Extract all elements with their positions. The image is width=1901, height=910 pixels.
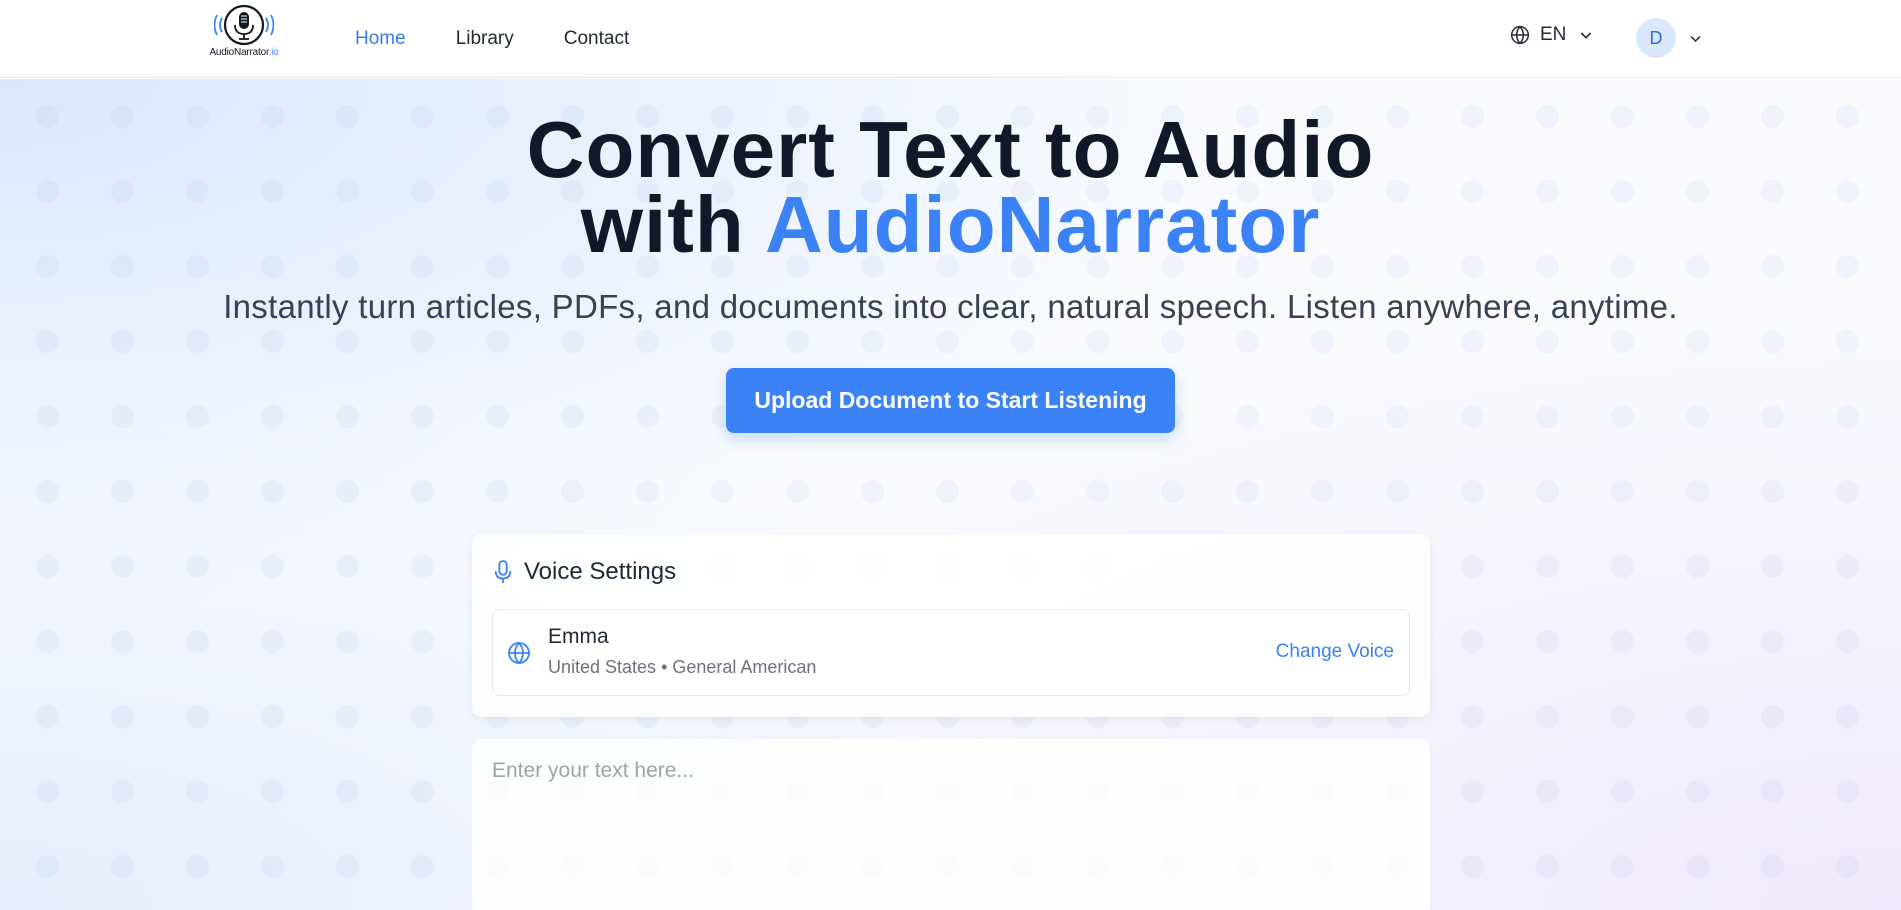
language-label: EN xyxy=(1540,24,1567,45)
nav-library[interactable]: Library xyxy=(456,26,514,52)
hero-title-prefix: with xyxy=(580,180,765,269)
voice-name: Emma xyxy=(548,625,609,648)
voice-settings-title: Voice Settings xyxy=(524,558,677,585)
logo-text: AudioNarrator.io xyxy=(209,47,279,58)
main-nav: Home Library Contact xyxy=(355,26,679,52)
chevron-down-icon xyxy=(1690,35,1701,42)
top-navbar: AudioNarrator.io Home Library Contact EN… xyxy=(0,0,1901,78)
globe-icon xyxy=(1510,25,1530,45)
user-menu[interactable]: D xyxy=(1636,18,1703,58)
change-voice-link[interactable]: Change Voice xyxy=(1276,641,1394,663)
voice-settings-header: Voice Settings xyxy=(492,558,676,586)
voice-meta: United States • General American xyxy=(548,657,817,677)
voice-settings-card: Voice Settings Emma United States • Gene… xyxy=(472,534,1430,717)
text-input[interactable] xyxy=(472,739,1430,910)
hero-title: Convert Text to Audio with AudioNarrator xyxy=(0,110,1901,265)
hero-subtitle: Instantly turn articles, PDFs, and docum… xyxy=(223,288,1678,325)
hero-title-brand: AudioNarrator xyxy=(764,180,1321,269)
app-logo[interactable]: AudioNarrator.io xyxy=(203,4,285,62)
microphone-icon xyxy=(494,560,512,583)
chevron-down-icon xyxy=(1581,32,1592,39)
nav-contact[interactable]: Contact xyxy=(564,26,629,52)
nav-home[interactable]: Home xyxy=(355,26,406,52)
selected-voice: Emma United States • General American Ch… xyxy=(492,609,1410,696)
language-selector[interactable]: EN xyxy=(1510,24,1594,46)
microphone-logo-icon xyxy=(214,4,274,46)
globe-icon xyxy=(508,641,530,665)
upload-document-button[interactable]: Upload Document to Start Listening xyxy=(726,368,1175,433)
avatar[interactable]: D xyxy=(1636,18,1676,58)
text-input-card xyxy=(472,739,1430,910)
